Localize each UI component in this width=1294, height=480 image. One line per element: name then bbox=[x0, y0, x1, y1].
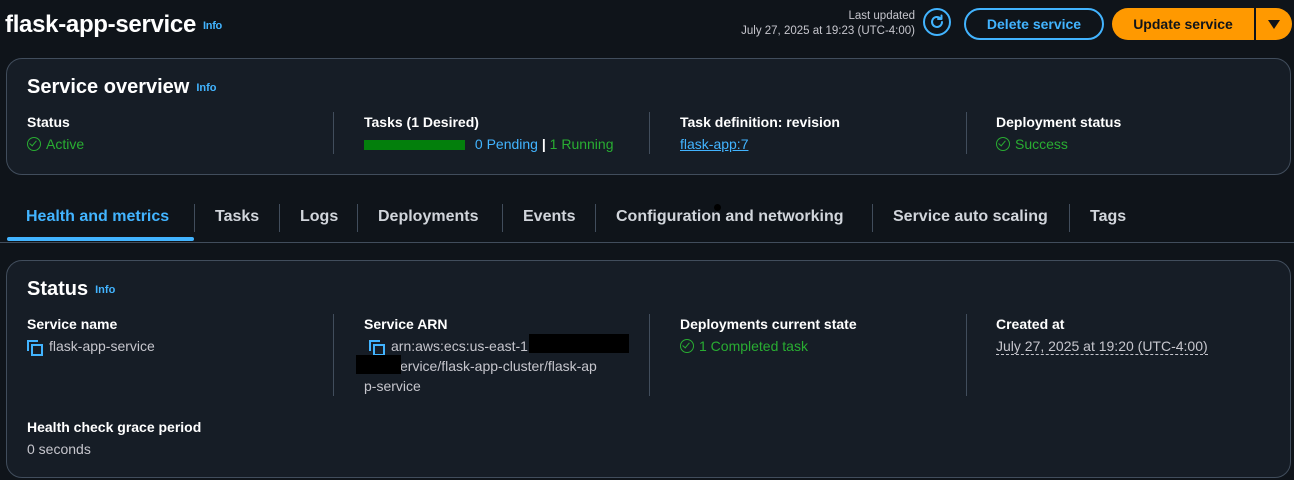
tab-separator bbox=[872, 204, 873, 232]
info-link[interactable]: Info bbox=[203, 20, 222, 32]
deployment-status-text: Success bbox=[1015, 136, 1068, 152]
divider bbox=[333, 314, 334, 396]
tab-separator bbox=[1069, 204, 1070, 232]
update-service-dropdown-caret[interactable] bbox=[1256, 8, 1292, 40]
taskdef-label: Task definition: revision bbox=[680, 114, 840, 130]
tab-separator bbox=[502, 204, 503, 232]
deployments-current-state-text: 1 Completed task bbox=[699, 338, 808, 354]
tab-tags[interactable]: Tags bbox=[1090, 208, 1126, 226]
divider bbox=[649, 112, 650, 154]
tab-separator bbox=[357, 204, 358, 232]
tasks-value: 0 Pending | 1 Running bbox=[364, 134, 613, 154]
deployments-current-state-field: Deployments current state 1 Completed ta… bbox=[680, 316, 857, 356]
copy-icon[interactable] bbox=[369, 340, 385, 356]
tasks-running-link[interactable]: 1 Running bbox=[550, 136, 614, 152]
page-title-text: flask-app-service bbox=[5, 11, 197, 38]
arn-line-1: arn:aws:ecs:us-east-1 bbox=[391, 338, 528, 354]
delete-service-button[interactable]: Delete service bbox=[964, 8, 1104, 40]
tasks-separator: | bbox=[541, 136, 546, 152]
tasks-pending-link[interactable]: 0 Pending bbox=[475, 136, 538, 152]
status-title: Status Info bbox=[27, 278, 115, 301]
service-name-label: Service name bbox=[27, 316, 118, 332]
check-circle-icon bbox=[680, 339, 694, 353]
status-value-text: Active bbox=[46, 136, 85, 152]
service-arn-label: Service ARN bbox=[364, 316, 448, 332]
service-overview-panel: Service overview Info Status Active Tasks… bbox=[6, 58, 1291, 175]
taskdef-value: flask-app:7 bbox=[680, 134, 840, 154]
copy-icon[interactable] bbox=[27, 340, 43, 356]
divider bbox=[333, 112, 334, 154]
status-value: Active bbox=[27, 134, 84, 154]
overview-title-text: Service overview bbox=[27, 76, 190, 98]
last-updated-value: July 27, 2025 at 19:23 (UTC-4:00) bbox=[741, 25, 915, 37]
check-circle-icon bbox=[27, 137, 41, 151]
created-at-label: Created at bbox=[996, 316, 1065, 332]
service-name-field: Service name flask-app-service bbox=[27, 316, 155, 356]
arn-line-2: ervice/flask-app-cluster/flask-ap bbox=[400, 358, 597, 374]
deployment-status-field: Deployment status Success bbox=[996, 114, 1121, 154]
status-panel: Status Info Service name flask-app-servic… bbox=[6, 260, 1291, 478]
deployments-current-state-label: Deployments current state bbox=[680, 316, 857, 332]
cursor-dot bbox=[714, 204, 721, 211]
page-header: flask-app-service Info Last updated July … bbox=[0, 0, 1294, 48]
deployments-current-state-value: 1 Completed task bbox=[680, 336, 857, 356]
tab-separator bbox=[194, 204, 195, 232]
tab-tasks[interactable]: Tasks bbox=[215, 208, 259, 226]
status-info-link[interactable]: Info bbox=[95, 284, 115, 296]
tasks-label: Tasks (1 Desired) bbox=[364, 114, 479, 130]
check-circle-icon bbox=[996, 137, 1010, 151]
service-name-text: flask-app-service bbox=[49, 338, 155, 354]
tab-health-and-metrics[interactable]: Health and metrics bbox=[26, 208, 169, 226]
redaction-block bbox=[529, 334, 629, 353]
tab-separator bbox=[595, 204, 596, 232]
created-at-value: July 27, 2025 at 19:20 (UTC-4:00) bbox=[996, 336, 1208, 356]
redaction-block bbox=[356, 355, 401, 374]
page-title: flask-app-service Info bbox=[5, 11, 222, 39]
tab-logs[interactable]: Logs bbox=[300, 208, 338, 226]
divider bbox=[649, 314, 650, 396]
health-check-grace-field: Health check grace period 0 seconds bbox=[27, 419, 201, 459]
status-title-text: Status bbox=[27, 278, 89, 300]
divider bbox=[966, 314, 967, 396]
tab-service-auto-scaling[interactable]: Service auto scaling bbox=[893, 208, 1048, 226]
tab-separator bbox=[279, 204, 280, 232]
service-name-value: flask-app-service bbox=[27, 336, 155, 356]
arn-line-3: p-service bbox=[364, 378, 421, 394]
refresh-button[interactable] bbox=[923, 8, 951, 36]
refresh-icon bbox=[931, 14, 943, 28]
tab-deployments[interactable]: Deployments bbox=[378, 208, 478, 226]
active-tab-indicator bbox=[7, 237, 194, 241]
status-label: Status bbox=[27, 114, 70, 130]
status-field: Status Active bbox=[27, 114, 84, 154]
tasks-field: Tasks (1 Desired) 0 Pending | 1 Running bbox=[364, 114, 613, 154]
deployment-status-value: Success bbox=[996, 134, 1121, 154]
divider bbox=[966, 112, 967, 154]
health-check-grace-value: 0 seconds bbox=[27, 441, 91, 457]
overview-title: Service overview Info bbox=[27, 76, 217, 99]
created-at-field: Created at July 27, 2025 at 19:20 (UTC-4… bbox=[996, 316, 1208, 356]
service-arn-field: Service ARN arn:aws:ecs:us-east-1 ervice… bbox=[364, 316, 624, 396]
tab-events[interactable]: Events bbox=[523, 208, 575, 226]
tasks-progress-bar bbox=[364, 140, 465, 151]
tab-configuration-and-networking[interactable]: Configuration and networking bbox=[616, 208, 844, 226]
tab-bar: Health and metrics Tasks Logs Deployment… bbox=[0, 196, 1294, 243]
last-updated-label: Last updated bbox=[848, 10, 915, 22]
overview-info-link[interactable]: Info bbox=[196, 82, 216, 94]
taskdef-link[interactable]: flask-app:7 bbox=[680, 136, 748, 152]
update-service-button[interactable]: Update service bbox=[1112, 8, 1254, 40]
health-check-grace-label: Health check grace period bbox=[27, 419, 202, 435]
taskdef-field: Task definition: revision flask-app:7 bbox=[680, 114, 840, 154]
created-at-text[interactable]: July 27, 2025 at 19:20 (UTC-4:00) bbox=[996, 338, 1208, 355]
deployment-status-label: Deployment status bbox=[996, 114, 1122, 130]
